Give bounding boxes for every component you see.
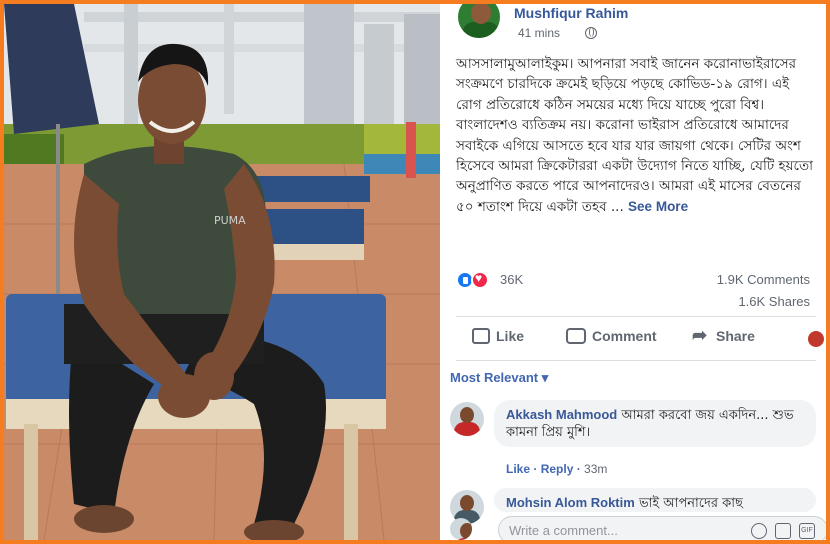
svg-text:PUMA: PUMA <box>214 214 246 227</box>
post-photo[interactable]: PUMA <box>4 4 440 540</box>
comment-icon <box>566 328 586 344</box>
my-avatar[interactable] <box>450 518 472 540</box>
thumbs-up-icon <box>472 328 490 344</box>
post-header: Mushfiqur Rahim 41 mins <box>440 4 826 44</box>
comment-text: ভাই আপনাদের কাছ <box>638 496 743 511</box>
reactions-bar: 36K 1.9K Comments 1.6K Shares <box>456 270 816 309</box>
comment-label: Comment <box>592 328 657 344</box>
post-text-block: আসসালামুআলাইকুম। আপনারা সবাই জানেন করোনা… <box>456 54 816 217</box>
author-avatar[interactable] <box>456 4 502 40</box>
post-text: আসসালামুআলাইকুম। আপনারা সবাই জানেন করোনা… <box>456 56 813 215</box>
commenter-avatar[interactable] <box>450 402 484 436</box>
commenter-name[interactable]: Akkash Mahmood <box>506 407 617 422</box>
post-actions: Like Comment Share ▾ <box>456 324 826 354</box>
camera-icon[interactable] <box>775 523 791 539</box>
comment-button[interactable]: Comment <box>566 328 657 344</box>
comment-like-link[interactable]: Like <box>506 462 530 476</box>
globe-icon <box>585 27 597 39</box>
comment-time[interactable]: 33m <box>584 462 607 476</box>
comment-input-box[interactable]: GIF <box>498 516 826 540</box>
photo-illustration: PUMA <box>4 4 440 540</box>
comment-composer: GIF <box>450 516 826 540</box>
comment-bubble: Mohsin Alom Roktim ভাই আপনাদের কাছ <box>494 488 816 512</box>
comment-bubble: Akkash Mahmood আমরা করবো জয় একদিন... শু… <box>494 400 816 447</box>
shares-count[interactable]: 1.6K Shares <box>738 294 810 309</box>
comment-input[interactable] <box>509 523 709 538</box>
screenshot-frame: PUMA Mushfiqur Rahim 41 mins আসসালামুআলা… <box>0 0 830 544</box>
comment-meta: Like · Reply · 33m <box>506 462 608 476</box>
like-label: Like <box>496 328 525 344</box>
share-label: Share <box>716 328 755 344</box>
author-name[interactable]: Mushfiqur Rahim <box>514 5 628 21</box>
see-more-link[interactable]: See More <box>628 199 688 214</box>
share-icon <box>692 325 710 346</box>
comment-sort-dropdown[interactable]: Most Relevant ▾ <box>450 370 548 386</box>
reaction-avatar[interactable] <box>808 331 824 347</box>
commenter-name[interactable]: Mohsin Alom Roktim <box>506 495 635 510</box>
divider <box>456 360 816 361</box>
divider <box>456 316 816 317</box>
emoji-icon[interactable] <box>751 523 767 539</box>
love-reaction-icon[interactable] <box>471 271 489 289</box>
facebook-post-panel: Mushfiqur Rahim 41 mins আসসালামুআলাইকুম।… <box>440 4 826 540</box>
reaction-count[interactable]: 36K <box>500 272 523 287</box>
gif-icon[interactable]: GIF <box>799 523 815 539</box>
comment-reply-link[interactable]: Reply <box>541 462 574 476</box>
like-button[interactable]: Like <box>472 328 524 344</box>
post-time[interactable]: 41 mins <box>518 26 560 40</box>
comments-count[interactable]: 1.9K Comments <box>717 272 810 287</box>
share-button[interactable]: Share <box>692 325 755 346</box>
